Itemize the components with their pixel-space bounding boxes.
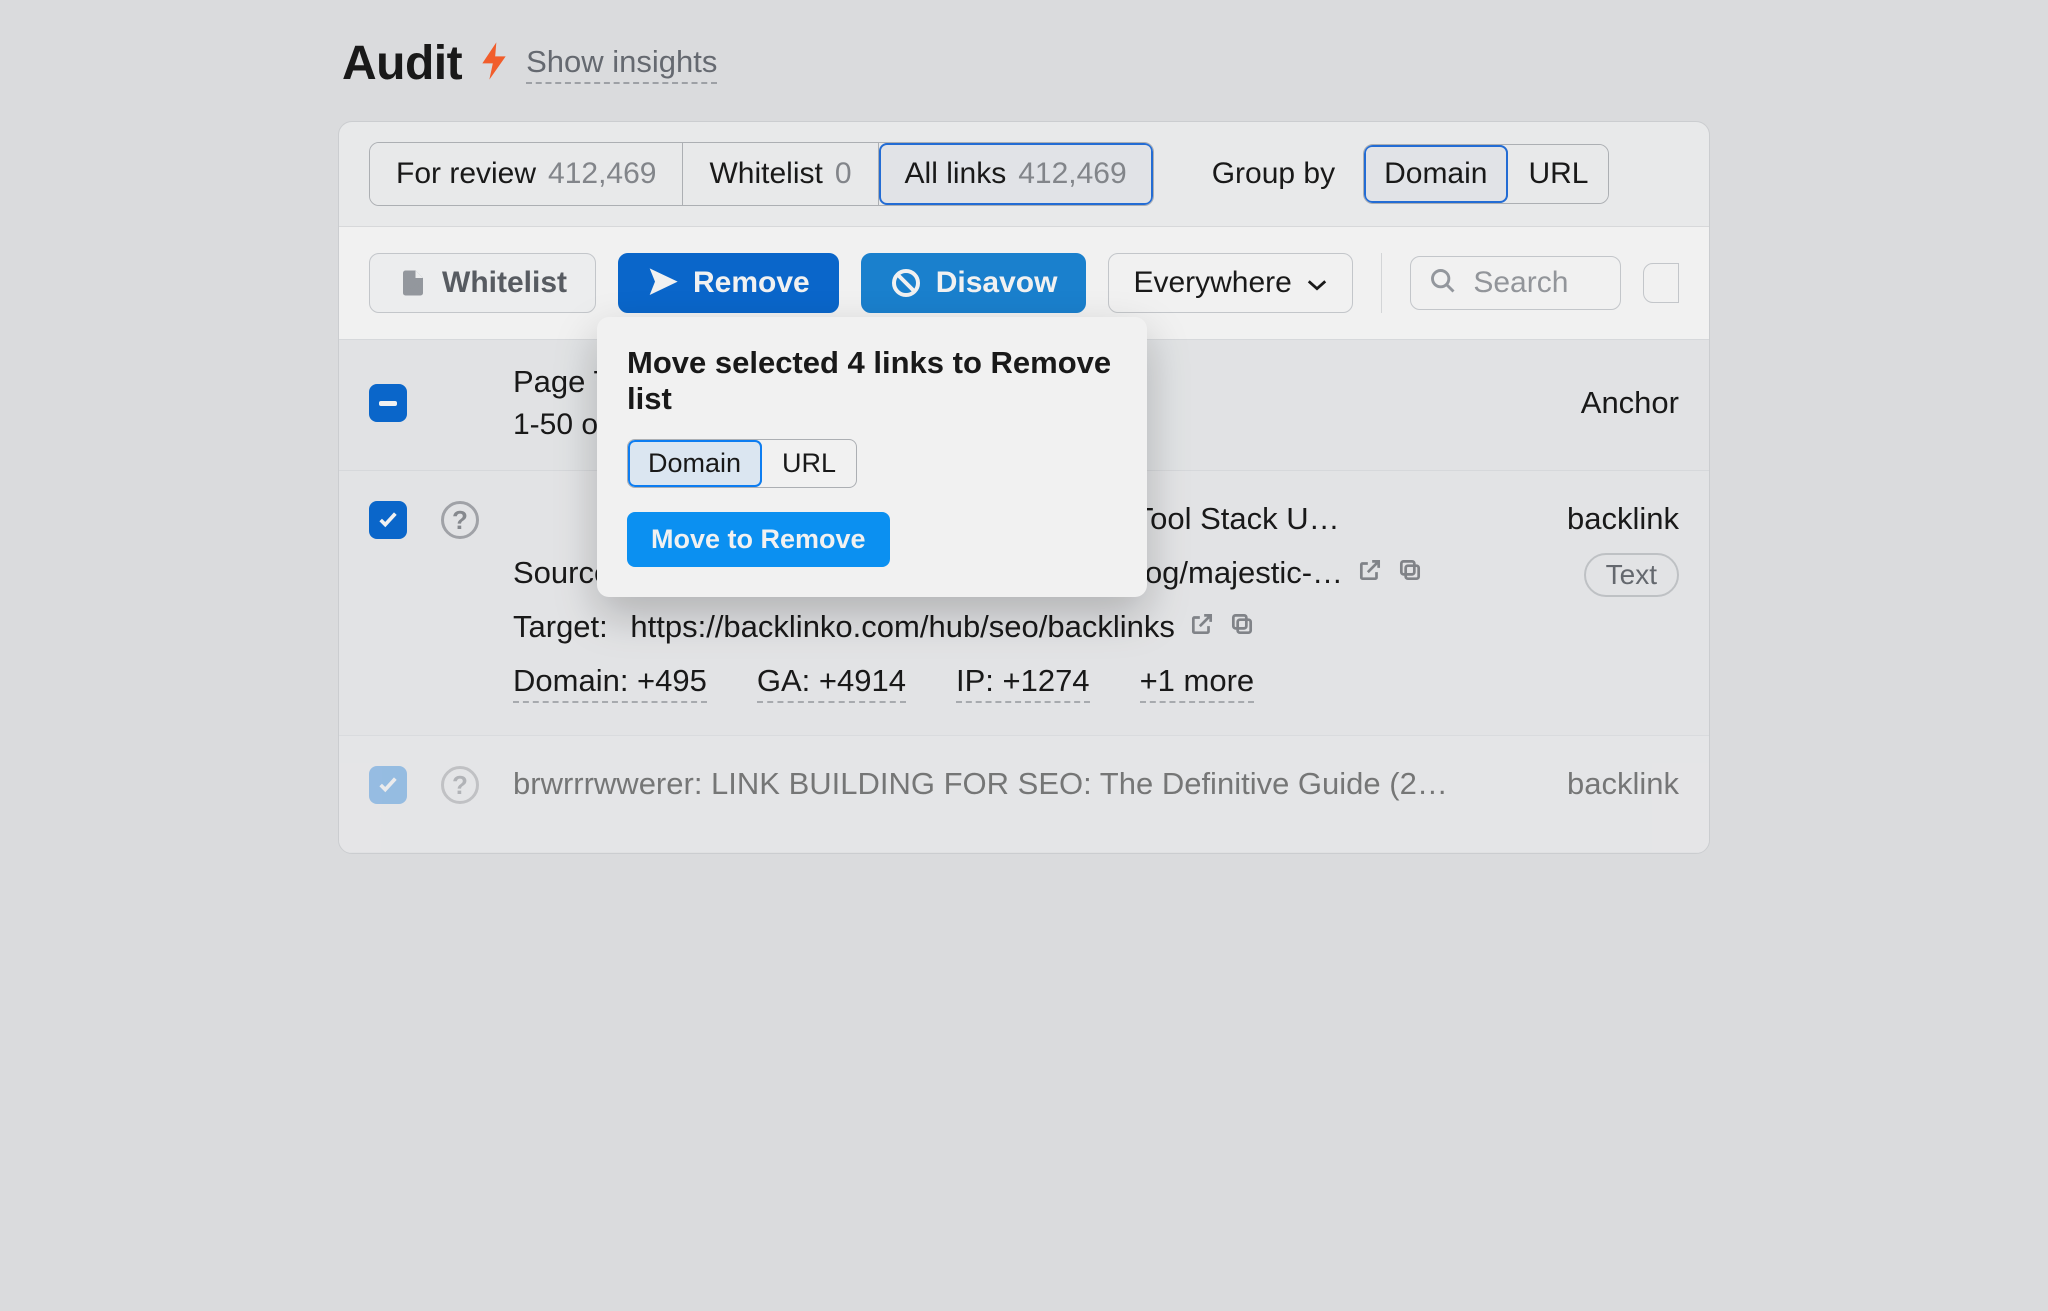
stat-ip[interactable]: IP: +1274: [956, 663, 1090, 703]
search-input[interactable]: [1471, 265, 1602, 301]
group-by-toggle: Domain URL: [1363, 144, 1609, 204]
stat-domain[interactable]: Domain: +495: [513, 663, 707, 703]
external-link-icon[interactable]: [1357, 555, 1383, 591]
remove-button-label: Remove: [693, 266, 810, 300]
popover-title: Move selected 4 links to Remove list: [627, 345, 1117, 417]
anchor-type-badge: Text: [1584, 553, 1679, 597]
row-checkbox[interactable]: [369, 766, 407, 804]
chevron-down-icon: [1306, 266, 1328, 300]
tab-whitelist[interactable]: Whitelist 0: [683, 143, 878, 205]
copy-icon[interactable]: [1397, 555, 1423, 591]
show-insights-link[interactable]: Show insights: [526, 44, 717, 84]
tab-all-links[interactable]: All links 412,469: [879, 143, 1153, 205]
row-anchor: backlink: [1567, 501, 1679, 537]
tab-for-review-label: For review: [396, 157, 536, 191]
search-icon: [1429, 267, 1457, 300]
stat-ga[interactable]: GA: +4914: [757, 663, 906, 703]
audit-card: For review 412,469 Whitelist 0 All links…: [338, 121, 1710, 854]
group-by-domain[interactable]: Domain: [1364, 145, 1508, 203]
group-by-url[interactable]: URL: [1508, 145, 1608, 203]
scope-dropdown[interactable]: Everywhere: [1108, 253, 1352, 313]
row-title[interactable]: brwrrrwwerer: LINK BUILDING FOR SEO: The…: [513, 766, 1533, 802]
col-anchor[interactable]: Anchor: [1581, 385, 1679, 421]
search-box[interactable]: [1410, 256, 1621, 310]
extra-checkbox[interactable]: [1643, 263, 1679, 303]
whitelist-button[interactable]: Whitelist: [369, 253, 596, 313]
external-link-icon[interactable]: [1189, 609, 1215, 645]
tab-whitelist-count: 0: [835, 157, 852, 191]
tab-all-links-count: 412,469: [1018, 157, 1126, 191]
popover-opt-url[interactable]: URL: [762, 440, 856, 487]
row-anchor: backlink: [1567, 766, 1679, 802]
move-to-remove-popover: Move selected 4 links to Remove list Dom…: [597, 317, 1147, 597]
copy-icon[interactable]: [1229, 609, 1255, 645]
target-label: Target:: [513, 609, 616, 645]
target-url[interactable]: https://backlinko.com/hub/seo/backlinks: [630, 609, 1175, 645]
popover-scope-toggle: Domain URL: [627, 439, 857, 488]
popover-opt-domain[interactable]: Domain: [628, 440, 762, 487]
move-to-remove-button[interactable]: Move to Remove: [627, 512, 890, 567]
tab-whitelist-label: Whitelist: [709, 157, 822, 191]
row-checkbox[interactable]: [369, 501, 407, 539]
remove-button[interactable]: Remove: [618, 253, 839, 313]
disavow-button[interactable]: Disavow: [861, 253, 1087, 313]
disavow-button-label: Disavow: [936, 266, 1058, 300]
page-title: Audit: [342, 36, 462, 91]
tab-for-review-count: 412,469: [548, 157, 656, 191]
tab-for-review[interactable]: For review 412,469: [370, 143, 683, 205]
group-by-label: Group by: [1212, 157, 1335, 191]
tab-all-links-label: All links: [905, 157, 1007, 191]
scope-dropdown-label: Everywhere: [1133, 266, 1291, 300]
table-row: brwrrrwwerer: LINK BUILDING FOR SEO: The…: [339, 736, 1709, 853]
list-filter-tabs: For review 412,469 Whitelist 0 All links…: [369, 142, 1154, 206]
help-icon[interactable]: [441, 501, 479, 539]
stat-more[interactable]: +1 more: [1140, 663, 1255, 703]
help-icon[interactable]: [441, 766, 479, 804]
select-all-checkbox[interactable]: [369, 384, 407, 422]
whitelist-button-label: Whitelist: [442, 266, 567, 300]
bolt-icon: [480, 42, 508, 86]
